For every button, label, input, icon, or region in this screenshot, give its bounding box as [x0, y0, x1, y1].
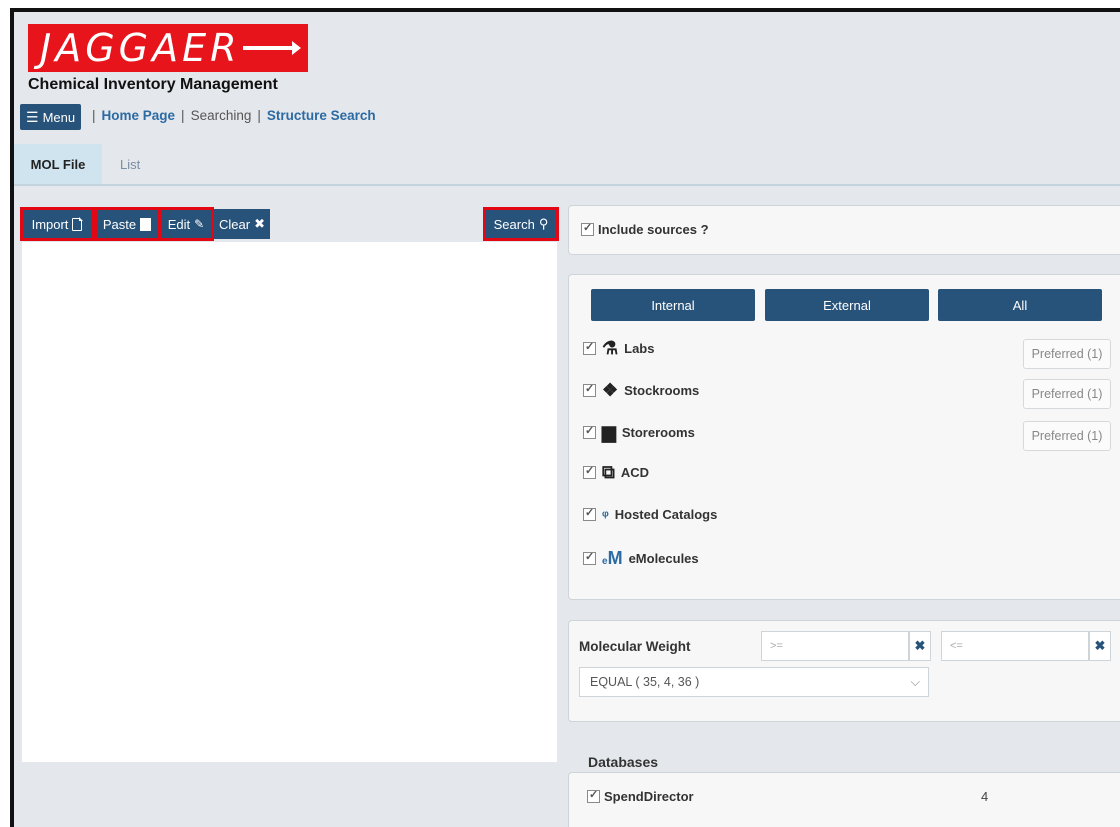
paste-icon — [140, 217, 152, 231]
include-sources-label: Include sources ? — [598, 222, 709, 237]
paste-label: Paste — [102, 216, 137, 232]
search-label: Search — [493, 216, 535, 232]
clear-label: Clear — [219, 216, 251, 232]
spenddirector-label: SpendDirector — [604, 789, 694, 804]
source-row-stockrooms: ❖ Stockrooms — [583, 381, 699, 399]
tab-mol-file[interactable]: MOL File — [14, 144, 102, 184]
menu-button[interactable]: ☰ Menu — [20, 104, 82, 130]
cubes-icon: ❖ — [602, 380, 619, 400]
acd-label: ACD — [620, 464, 650, 480]
mw-min-clear-icon[interactable]: ✖ — [909, 631, 931, 661]
breadcrumb-searching: Searching — [190, 108, 252, 123]
source-row-emolecules: eM eMolecules — [583, 549, 699, 567]
acd-checkbox[interactable] — [583, 464, 596, 479]
labs-preferred-button[interactable]: Preferred (1) — [1023, 339, 1111, 369]
molecular-weight-panel: Molecular Weight >= ✖ <= ✖ EQUAL ( 35, 4… — [568, 620, 1120, 722]
chevron-down-icon: ⌵ — [910, 674, 920, 689]
include-sources-checkbox[interactable] — [581, 221, 594, 236]
mw-operator-select[interactable]: EQUAL ( 35, 4, 36 ) ⌵ — [579, 667, 929, 697]
import-button[interactable]: Import — [20, 207, 94, 241]
search-button[interactable]: Search ⚲ — [483, 207, 559, 241]
stockrooms-checkbox[interactable] — [583, 382, 596, 397]
all-button[interactable]: All — [938, 289, 1102, 321]
spenddirector-checkbox[interactable] — [587, 788, 600, 803]
stockrooms-label: Stockrooms — [624, 382, 700, 398]
close-icon: ✖ — [254, 216, 265, 231]
spenddirector-count: 4 — [981, 789, 989, 804]
menu-label: Menu — [42, 109, 76, 125]
source-row-acd: ⧉ ACD — [583, 463, 649, 481]
app-title: Chemical Inventory Management — [28, 76, 278, 93]
mw-max-input[interactable]: <= — [941, 631, 1089, 661]
databases-panel: SpendDirector 4 — [568, 772, 1120, 827]
mw-max-clear-icon[interactable]: ✖ — [1089, 631, 1111, 661]
clear-button[interactable]: Clear ✖ — [214, 209, 270, 239]
breadcrumb: | Home Page | Searching | Structure Sear… — [92, 108, 376, 123]
paste-button[interactable]: Paste — [94, 207, 160, 241]
external-link-icon: ⧉ — [602, 462, 615, 482]
search-icon: ⚲ — [538, 216, 549, 231]
flask-icon: ⚗ — [602, 338, 619, 358]
labs-checkbox[interactable] — [583, 340, 596, 355]
storerooms-label: Storerooms — [621, 424, 695, 440]
internal-button[interactable]: Internal — [591, 289, 755, 321]
edit-button[interactable]: Edit ✎ — [158, 207, 214, 241]
source-row-labs: ⚗ Labs — [583, 339, 654, 357]
hosted-catalogs-checkbox[interactable] — [583, 506, 596, 521]
database-row-spenddirector: SpendDirector — [587, 788, 694, 804]
breadcrumb-structure-search-link[interactable]: Structure Search — [267, 108, 376, 123]
storerooms-checkbox[interactable] — [583, 424, 596, 439]
source-row-storerooms: ▆ Storerooms — [583, 423, 695, 441]
molecular-weight-label: Molecular Weight — [579, 639, 691, 654]
logo-text: JAGGAER — [40, 26, 241, 70]
hosted-catalogs-label: Hosted Catalogs — [614, 507, 718, 522]
hamburger-icon: ☰ — [26, 108, 39, 125]
external-button[interactable]: External — [765, 289, 929, 321]
mw-operator-value: EQUAL ( 35, 4, 36 ) — [590, 675, 700, 689]
import-label: Import — [31, 216, 69, 232]
source-row-hosted-catalogs: ᵠ Hosted Catalogs — [583, 506, 718, 523]
archive-icon: ▆ — [602, 422, 616, 442]
tab-bar: MOL File List — [14, 144, 1120, 186]
emolecules-checkbox[interactable] — [583, 550, 596, 565]
emolecules-label: eMolecules — [628, 550, 699, 566]
tab-list[interactable]: List — [120, 144, 140, 184]
file-icon — [72, 217, 83, 231]
hosted-catalogs-icon: ᵠ — [602, 506, 609, 523]
app-window: JAGGAER Chemical Inventory Management ☰ … — [10, 8, 1120, 827]
edit-label: Edit — [167, 216, 191, 232]
labs-label: Labs — [624, 340, 655, 356]
structure-editor-canvas[interactable] — [22, 242, 557, 762]
emolecules-icon: eM — [602, 548, 623, 568]
jaggaer-logo[interactable]: JAGGAER — [28, 24, 308, 72]
storerooms-preferred-button[interactable]: Preferred (1) — [1023, 421, 1111, 451]
mw-min-input[interactable]: >= — [761, 631, 909, 661]
logo-arrow-icon — [242, 41, 301, 55]
include-sources-panel: Include sources ? — [568, 205, 1120, 255]
stockrooms-preferred-button[interactable]: Preferred (1) — [1023, 379, 1111, 409]
sources-panel: Internal External All ⚗ Labs Preferred (… — [568, 274, 1120, 600]
edit-icon: ✎ — [194, 217, 205, 231]
databases-title: Databases — [588, 754, 659, 770]
breadcrumb-home-link[interactable]: Home Page — [102, 108, 176, 123]
